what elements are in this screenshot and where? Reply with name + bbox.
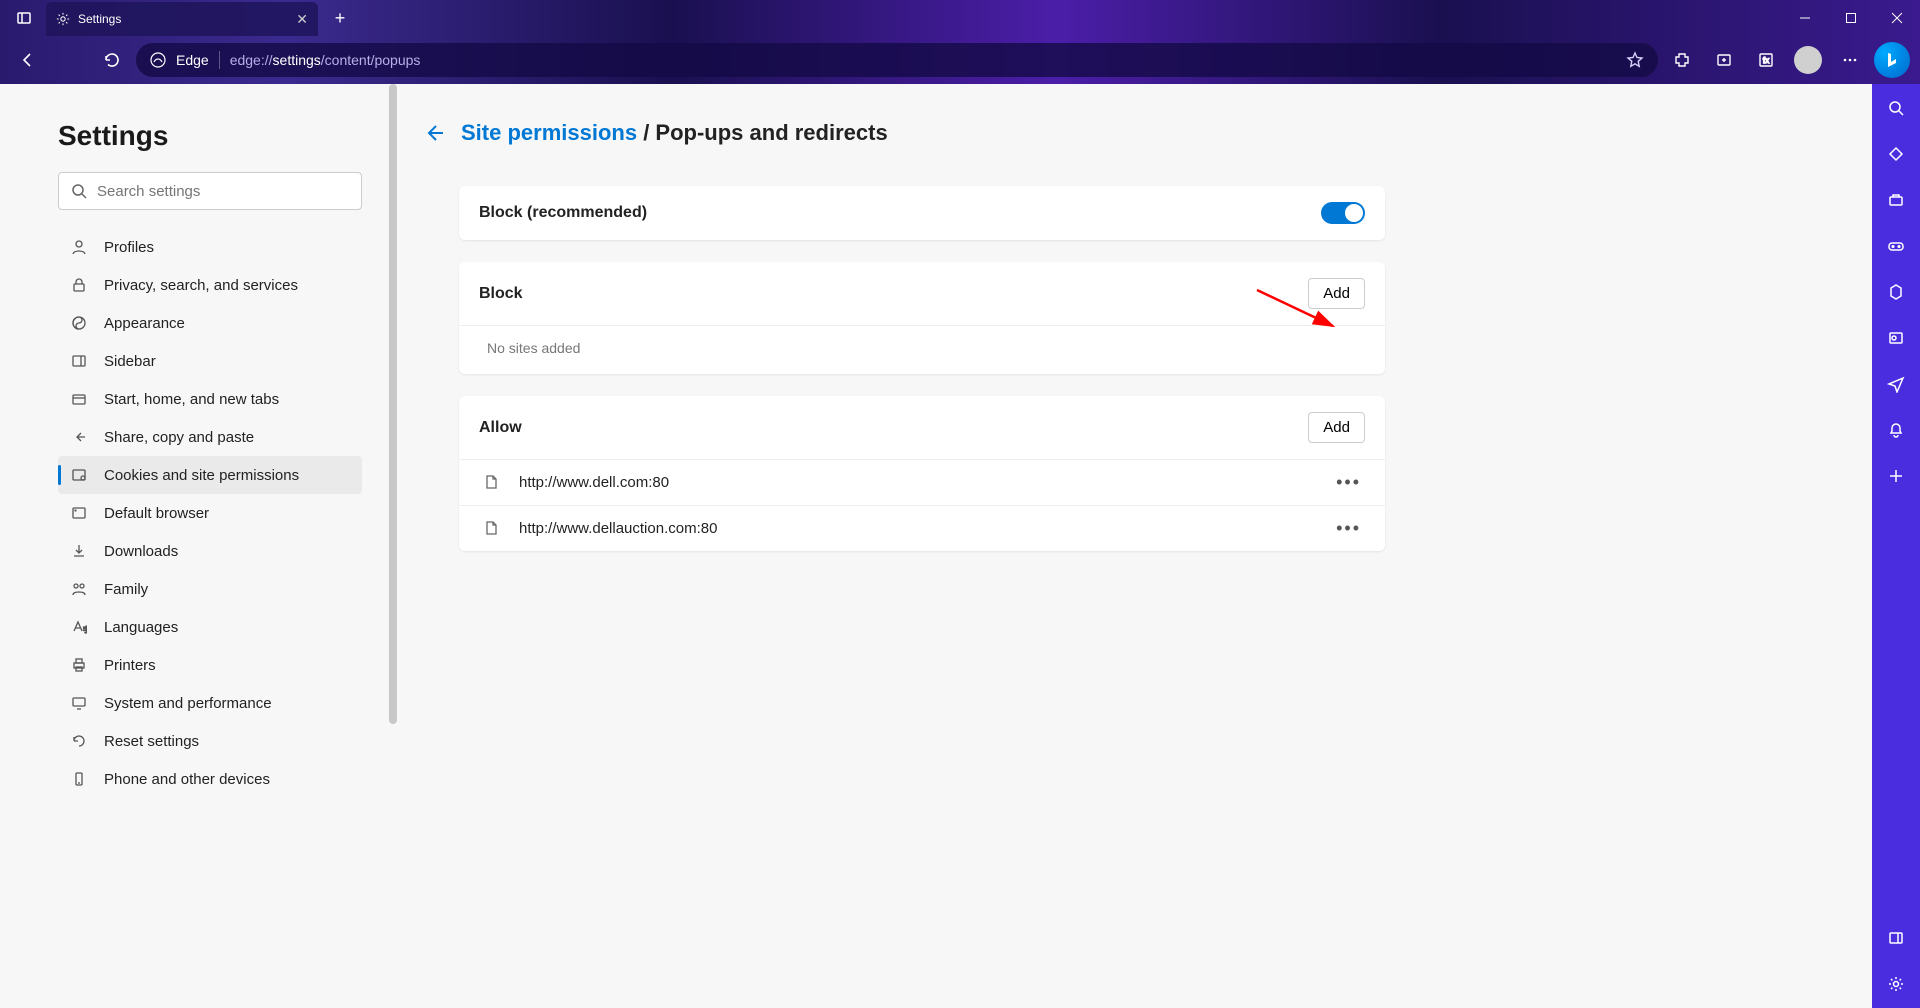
nav-privacy[interactable]: Privacy, search, and services [58, 266, 362, 304]
collections-button[interactable] [1706, 42, 1742, 78]
allow-list-card: Allow Add http://www.dell.com:80 ••• htt… [459, 396, 1385, 551]
breadcrumb-link[interactable]: Site permissions [461, 120, 637, 145]
block-section-label: Block [479, 285, 523, 303]
tab-title: Settings [78, 12, 121, 26]
edge-sidebar [1872, 84, 1920, 1008]
sidebar-games-icon[interactable] [1886, 236, 1906, 256]
sidebar-outlook-icon[interactable] [1886, 328, 1906, 348]
nav-family[interactable]: Family [58, 570, 362, 608]
sidebar-collapse-icon[interactable] [1886, 928, 1906, 948]
allow-add-button[interactable]: Add [1308, 412, 1365, 443]
nav-printers[interactable]: Printers [58, 646, 362, 684]
nav-start[interactable]: Start, home, and new tabs [58, 380, 362, 418]
breadcrumb-current: Pop-ups and redirects [655, 120, 887, 145]
sidebar-office-icon[interactable] [1886, 282, 1906, 302]
document-icon [483, 474, 501, 492]
block-empty-text: No sites added [459, 325, 1385, 374]
share-icon [70, 428, 88, 446]
allow-site-row: http://www.dell.com:80 ••• [459, 459, 1385, 505]
sidebar-plus-icon[interactable] [1886, 466, 1906, 486]
nav-appearance[interactable]: Appearance [58, 304, 362, 342]
block-recommended-card: Block (recommended) [459, 186, 1385, 240]
nav-reset[interactable]: Reset settings [58, 722, 362, 760]
browser-icon [70, 504, 88, 522]
block-recommended-label: Block (recommended) [479, 204, 647, 222]
url-text: edge://settings/content/popups [230, 52, 421, 68]
close-tab-button[interactable]: ✕ [296, 11, 308, 28]
nav-phone[interactable]: Phone and other devices [58, 760, 362, 798]
math-solver-button[interactable]: fx [1748, 42, 1784, 78]
tab-actions-button[interactable] [8, 2, 40, 34]
profile-button[interactable] [1790, 42, 1826, 78]
phone-icon [70, 770, 88, 788]
toolbar: Edge edge://settings/content/popups fx [0, 36, 1920, 84]
close-window-button[interactable] [1874, 0, 1920, 36]
svg-text:字: 字 [83, 625, 87, 634]
nav-profiles[interactable]: Profiles [58, 228, 362, 266]
site-more-button[interactable]: ••• [1336, 518, 1361, 539]
sidebar-icon [70, 352, 88, 370]
allow-site-url: http://www.dellauction.com:80 [519, 520, 717, 537]
language-icon: 字 [70, 618, 88, 636]
allow-site-row: http://www.dellauction.com:80 ••• [459, 505, 1385, 551]
allow-section-label: Allow [479, 419, 522, 437]
site-more-button[interactable]: ••• [1336, 472, 1361, 493]
svg-text:fx: fx [1763, 56, 1769, 65]
sidebar-scrollbar[interactable] [389, 84, 397, 724]
back-arrow-button[interactable] [423, 122, 445, 144]
titlebar: Settings ✕ + [0, 0, 1920, 36]
tabs-icon [70, 390, 88, 408]
settings-heading: Settings [58, 120, 365, 152]
maximize-button[interactable] [1828, 0, 1874, 36]
nav-languages[interactable]: 字Languages [58, 608, 362, 646]
download-icon [70, 542, 88, 560]
printer-icon [70, 656, 88, 674]
bing-button[interactable] [1874, 42, 1910, 78]
nav-sidebar[interactable]: Sidebar [58, 342, 362, 380]
new-tab-button[interactable]: + [324, 2, 356, 34]
system-icon [70, 694, 88, 712]
browser-tab[interactable]: Settings ✕ [46, 2, 318, 36]
breadcrumb: Site permissions / Pop-ups and redirects [423, 120, 1832, 146]
block-recommended-toggle[interactable] [1321, 202, 1365, 224]
nav-downloads[interactable]: Downloads [58, 532, 362, 570]
document-icon [483, 520, 501, 538]
settings-content: Site permissions / Pop-ups and redirects… [393, 84, 1872, 1008]
block-add-button[interactable]: Add [1308, 278, 1365, 309]
sidebar-send-icon[interactable] [1886, 374, 1906, 394]
refresh-button[interactable] [94, 42, 130, 78]
block-list-card: Block Add No sites added [459, 262, 1385, 374]
settings-search[interactable] [58, 172, 362, 210]
sidebar-bell-icon[interactable] [1886, 420, 1906, 440]
settings-nav: Profiles Privacy, search, and services A… [58, 228, 365, 798]
nav-cookies[interactable]: Cookies and site permissions [58, 456, 362, 494]
address-bar[interactable]: Edge edge://settings/content/popups [136, 43, 1658, 77]
favorite-button[interactable] [1626, 51, 1644, 69]
nav-default-browser[interactable]: Default browser [58, 494, 362, 532]
profile-icon [70, 238, 88, 256]
gear-icon [56, 12, 70, 26]
sidebar-settings-icon[interactable] [1886, 974, 1906, 994]
appearance-icon [70, 314, 88, 332]
settings-sidebar: Settings Profiles Privacy, search, and s… [0, 84, 393, 1008]
extensions-button[interactable] [1664, 42, 1700, 78]
sidebar-tools-icon[interactable] [1886, 190, 1906, 210]
family-icon [70, 580, 88, 598]
more-button[interactable] [1832, 42, 1868, 78]
search-icon [71, 183, 87, 199]
lock-icon [70, 276, 88, 294]
allow-site-url: http://www.dell.com:80 [519, 474, 669, 491]
sidebar-shopping-icon[interactable] [1886, 144, 1906, 164]
nav-system[interactable]: System and performance [58, 684, 362, 722]
reset-icon [70, 732, 88, 750]
permissions-icon [70, 466, 88, 484]
back-button[interactable] [10, 42, 46, 78]
minimize-button[interactable] [1782, 0, 1828, 36]
sidebar-search-icon[interactable] [1886, 98, 1906, 118]
settings-search-input[interactable] [97, 183, 349, 200]
site-identity-label: Edge [176, 52, 209, 68]
nav-share[interactable]: Share, copy and paste [58, 418, 362, 456]
